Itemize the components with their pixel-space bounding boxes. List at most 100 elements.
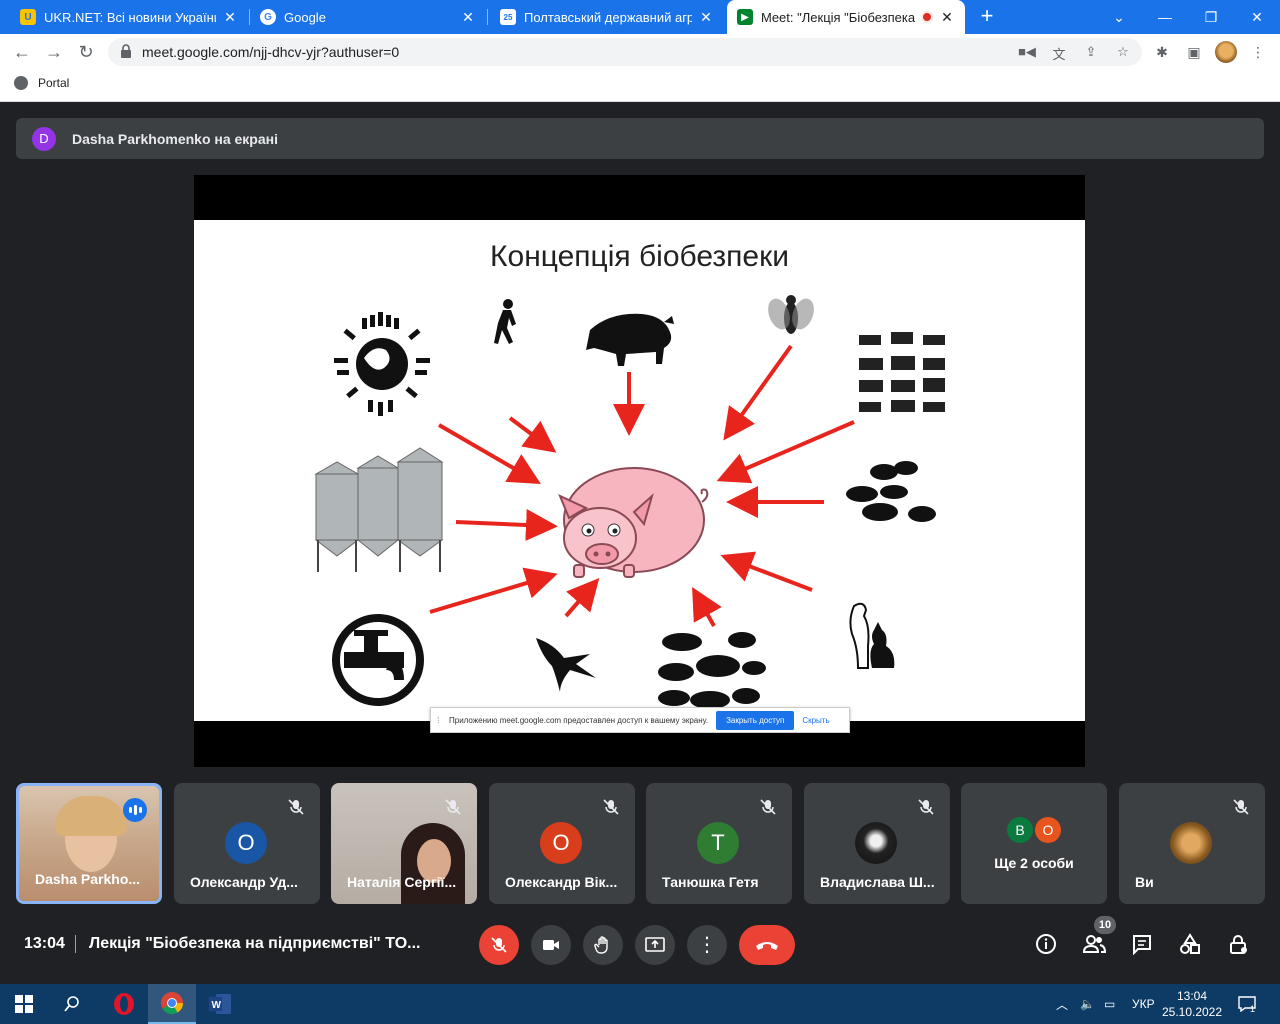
taskbar-time: 13:04 (1176, 989, 1208, 1003)
tab-title: Полтавський державний аграрн (524, 9, 692, 25)
participant-tile[interactable]: O Олександр Вік... (489, 783, 635, 904)
menu-icon[interactable]: ⋮ (1248, 42, 1268, 62)
calendar-icon: 25 (500, 9, 516, 25)
ukr-net-icon: U (20, 9, 36, 25)
mic-off-icon (491, 937, 507, 953)
new-tab-button[interactable]: + (975, 5, 999, 29)
share-icon[interactable]: ⇪ (1082, 44, 1100, 60)
camera-icon[interactable]: ■◀ (1018, 44, 1036, 60)
participant-tile[interactable]: Наталія Сергії... (331, 783, 477, 904)
close-icon[interactable]: ✕ (939, 9, 955, 26)
hand-icon (594, 936, 608, 954)
participant-tile[interactable]: Dasha Parkho... (16, 783, 162, 904)
participant-avatar: O (1035, 817, 1061, 843)
notifications-icon[interactable]: 1 (1238, 984, 1256, 1024)
swallow-bird-icon (536, 638, 596, 692)
tab-pdaa[interactable]: 25 Полтавський державний аграрн ✕ (490, 0, 724, 34)
taskbar-clock[interactable]: 13:04 25.10.2022 (1160, 988, 1224, 1020)
language-indicator[interactable]: УКР (1132, 984, 1155, 1024)
chrome-button[interactable] (148, 984, 196, 1024)
drag-handle-icon[interactable]: ⁞ (437, 715, 443, 725)
opera-icon (114, 993, 134, 1015)
mic-off-icon (1233, 799, 1249, 815)
shared-screen: Концепція біобезпеки ⁞ Приложению meet.g… (194, 175, 1085, 767)
globe-people-icon (334, 312, 430, 416)
divider (75, 935, 76, 953)
screen-share-notice: ⁞ Приложению meet.google.com предоставле… (430, 707, 850, 733)
windows-taskbar: W ︿ 🔈 ▭ УКР 13:04 25.10.2022 1 (0, 984, 1280, 1024)
participant-tile[interactable]: T Танюшка Гетя (646, 783, 792, 904)
participant-name: Ви (1135, 874, 1154, 890)
opera-button[interactable] (100, 984, 148, 1024)
more-vert-icon: ⋮ (697, 934, 717, 956)
mic-off-icon (603, 799, 619, 815)
meeting-title: Лекція "Біобезпека на підприємстві" TO..… (89, 935, 421, 952)
speaking-indicator-icon (123, 798, 147, 822)
more-options-button[interactable]: ⋮ (687, 925, 727, 965)
people-icon[interactable] (1081, 931, 1107, 957)
recording-icon (921, 11, 933, 23)
chat-icon[interactable] (1129, 931, 1155, 957)
participant-tile-more[interactable]: B O Ще 2 особи (961, 783, 1107, 904)
participant-tile[interactable]: O Олександр Уд... (174, 783, 320, 904)
presentation-banner: D Dasha Parkhomenko на екрані (16, 118, 1264, 159)
present-icon (645, 937, 665, 952)
stop-sharing-button[interactable]: Закрыть доступ (716, 710, 795, 730)
host-controls-icon[interactable] (1225, 931, 1251, 957)
dog-cat-icon (849, 602, 870, 669)
activities-icon[interactable] (1177, 931, 1203, 957)
participant-count-badge: 10 (1094, 916, 1116, 934)
forward-button[interactable]: → (42, 40, 66, 64)
tab-title: Meet: "Лекція "Біобезпека н (761, 9, 917, 25)
url-text: meet.google.com/njj-dhcv-yjr?authuser=0 (142, 44, 400, 60)
reload-button[interactable]: ↻ (74, 40, 98, 64)
close-icon[interactable]: ✕ (698, 9, 714, 26)
participant-photo (855, 822, 897, 864)
tab-google[interactable]: G Google ✕ (250, 0, 486, 34)
camera-toggle-button[interactable] (531, 925, 571, 965)
meeting-details-icon[interactable] (1033, 931, 1059, 957)
cat-icon (870, 622, 895, 668)
chevron-up-icon: ︿ (1056, 997, 1069, 1012)
star-icon[interactable]: ☆ (1114, 44, 1132, 60)
participant-avatar: B (1007, 817, 1033, 843)
side-panel-icon[interactable]: ▣ (1184, 42, 1204, 62)
participant-name: Танюшка Гетя (662, 874, 759, 890)
participant-tile[interactable]: Ви (1119, 783, 1265, 904)
tab-ukrnet[interactable]: U UKR.NET: Всі новини України, ос ✕ (10, 0, 248, 34)
tab-search-icon[interactable]: ⌄ (1096, 0, 1142, 34)
raise-hand-button[interactable] (583, 925, 623, 965)
participant-tile[interactable]: Владислава Ш... (804, 783, 950, 904)
close-icon[interactable]: ✕ (222, 9, 238, 26)
show-hidden-icons[interactable]: ︿ (1056, 984, 1068, 1024)
restore-button[interactable]: ❐ (1188, 0, 1234, 34)
present-screen-button[interactable] (635, 925, 675, 965)
mic-off-icon (445, 799, 461, 815)
leave-call-button[interactable] (739, 925, 795, 965)
translate-icon[interactable]: 文 (1050, 44, 1068, 62)
mic-toggle-button[interactable] (479, 925, 519, 965)
globe-icon (14, 76, 28, 90)
back-button[interactable]: ← (10, 40, 34, 64)
address-bar[interactable]: meet.google.com/njj-dhcv-yjr?authuser=0 … (108, 38, 1142, 66)
volume-icon[interactable]: 🔈 (1080, 984, 1095, 1024)
search-icon (64, 996, 79, 1012)
extensions-icon[interactable]: ✱ (1152, 42, 1172, 62)
network-icon[interactable]: ▭ (1104, 984, 1115, 1024)
close-icon[interactable]: ✕ (460, 9, 476, 26)
hide-notice-link[interactable]: Скрыть (802, 716, 829, 725)
participant-avatar: O (225, 822, 267, 864)
tab-meet[interactable]: ▶ Meet: "Лекція "Біобезпека н ✕ (727, 0, 965, 34)
fly-icon (768, 295, 814, 334)
tab-title: Google (284, 9, 326, 25)
minimize-button[interactable]: — (1142, 0, 1188, 34)
search-button[interactable] (48, 984, 96, 1024)
svg-text:W: W (212, 1000, 222, 1011)
profile-avatar[interactable] (1215, 41, 1237, 63)
bookmark-portal[interactable]: Portal (14, 76, 69, 90)
window-close-button[interactable]: ✕ (1234, 0, 1280, 34)
more-avatars: B O (1007, 817, 1063, 843)
word-button[interactable]: W (196, 984, 244, 1024)
taskbar-date: 25.10.2022 (1161, 1005, 1223, 1019)
start-button[interactable] (0, 984, 48, 1024)
